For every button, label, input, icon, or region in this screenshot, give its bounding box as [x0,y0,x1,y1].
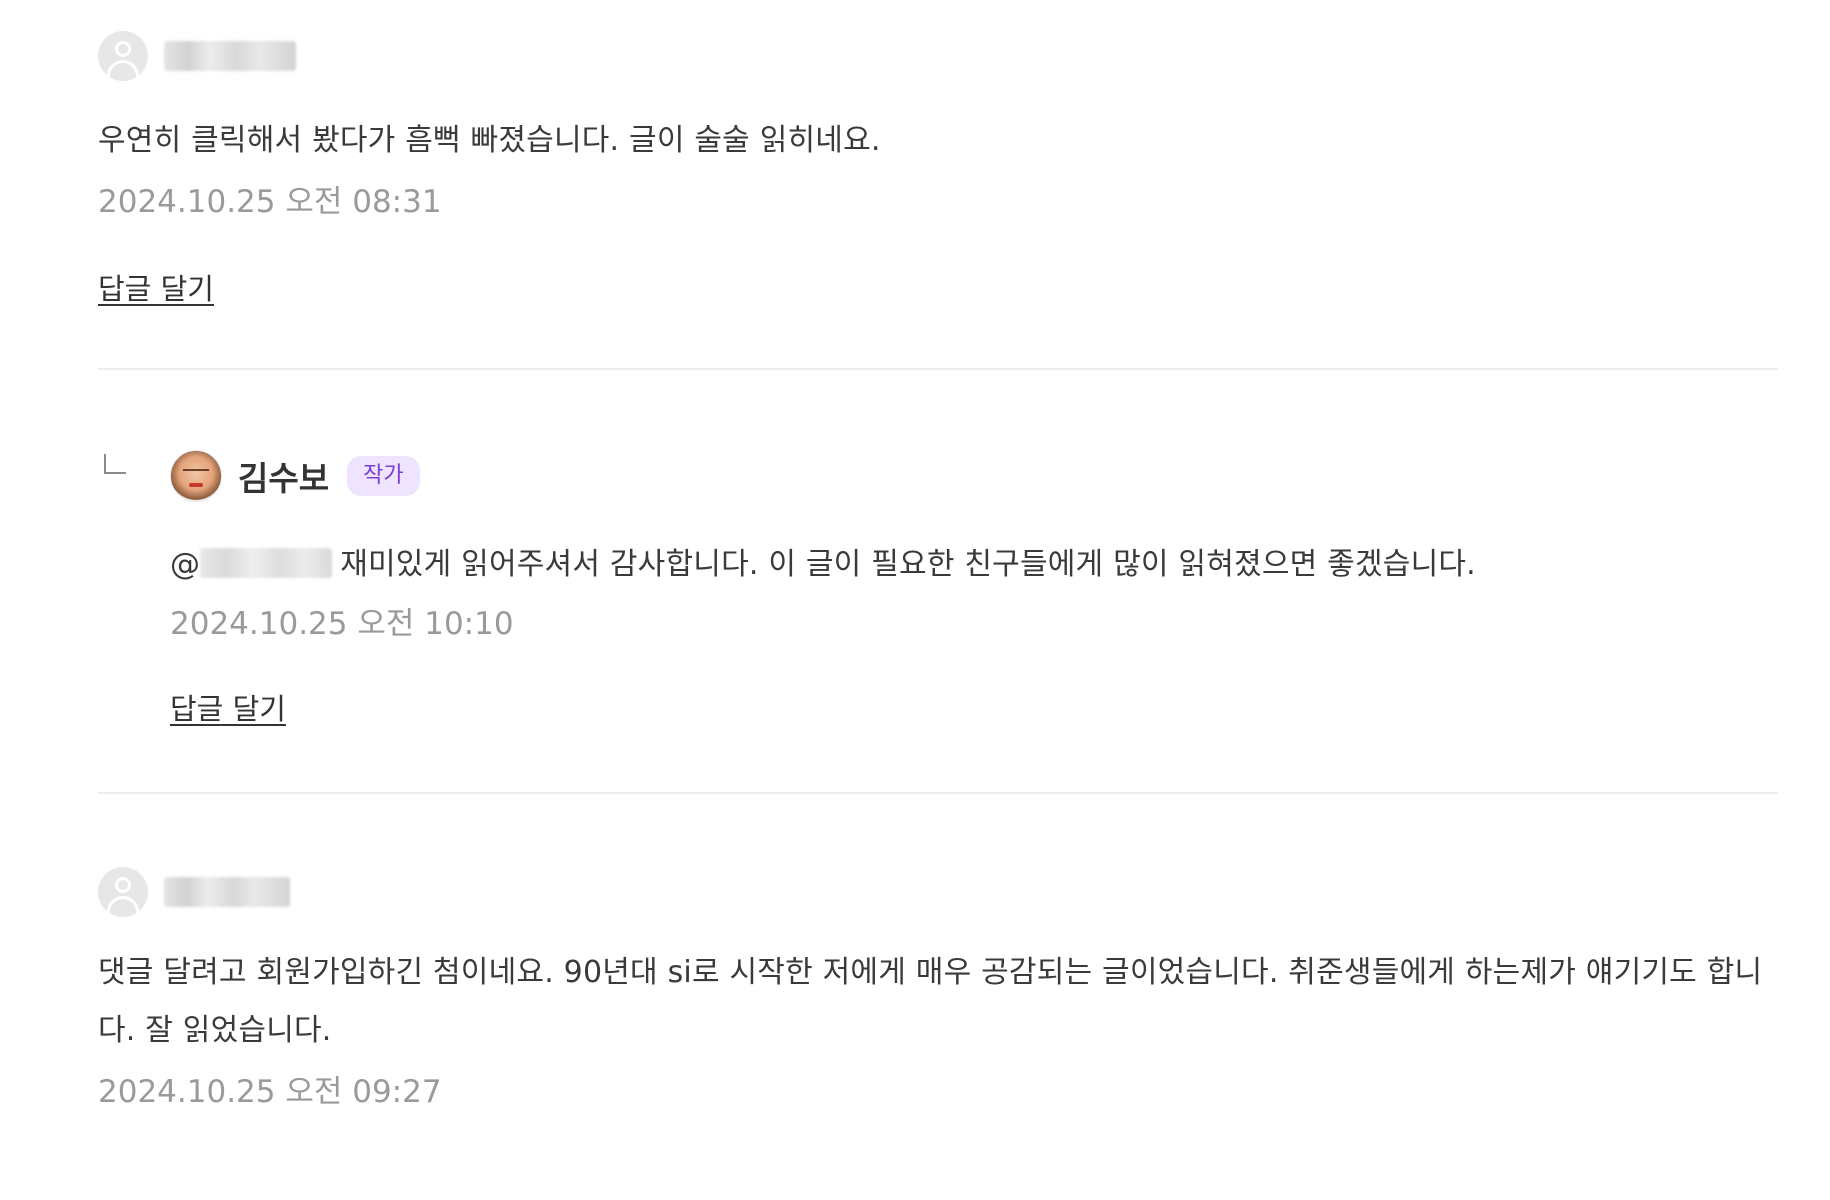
comment-header [98,30,1778,82]
reply-text: @ 재미있게 읽어주셔서 감사합니다. 이 글이 필요한 친구들에게 많이 읽혀졌… [170,536,1778,594]
divider [98,368,1778,370]
comment-header: 김수보 작가 [170,450,1778,502]
divider [98,792,1778,794]
comment-list: 우연히 클릭해서 봤다가 흠뻑 빠졌습니다. 글이 술술 읽히네요. 2024.… [98,30,1778,1112]
author-avatar [170,450,222,502]
author-name: 김수보 [238,459,330,498]
reply-comment: 김수보 작가 @ 재미있게 읽어주셔서 감사합니다. 이 글이 필요한 친구들에게… [98,450,1778,728]
comment-header [98,866,1778,918]
reply-button[interactable]: 답글 달기 [170,686,286,728]
comment: 우연히 클릭해서 봤다가 흠뻑 빠졌습니다. 글이 술술 읽히네요. 2024.… [98,30,1778,308]
comment-text: 우연히 클릭해서 봤다가 흠뻑 빠졌습니다. 글이 술술 읽히네요. [98,123,881,158]
user-avatar-icon [98,867,148,917]
comment-date: 2024.10.25 오전 10:10 [170,606,514,642]
comment: 댓글 달려고 회원가입하긴 첨이네요. 90년대 si로 시작한 저에게 매우 … [98,866,1778,1112]
mention-prefix: @ [170,547,201,582]
reply-body: 재미있게 읽어주셔서 감사합니다. 이 글이 필요한 친구들에게 많이 읽혀졌으… [340,547,1476,582]
comment-date: 2024.10.25 오전 09:27 [98,1074,442,1110]
blurred-username [164,41,296,71]
reply-arrow-icon [104,454,126,474]
comment-date: 2024.10.25 오전 08:31 [98,184,442,220]
author-badge: 작가 [347,456,420,496]
reply-button[interactable]: 답글 달기 [98,266,214,308]
user-avatar-icon [98,31,148,81]
blurred-mention-username [200,547,333,578]
comment-text: 댓글 달려고 회원가입하긴 첨이네요. 90년대 si로 시작한 저에게 매우 … [98,955,1763,1048]
blurred-username [164,877,290,907]
